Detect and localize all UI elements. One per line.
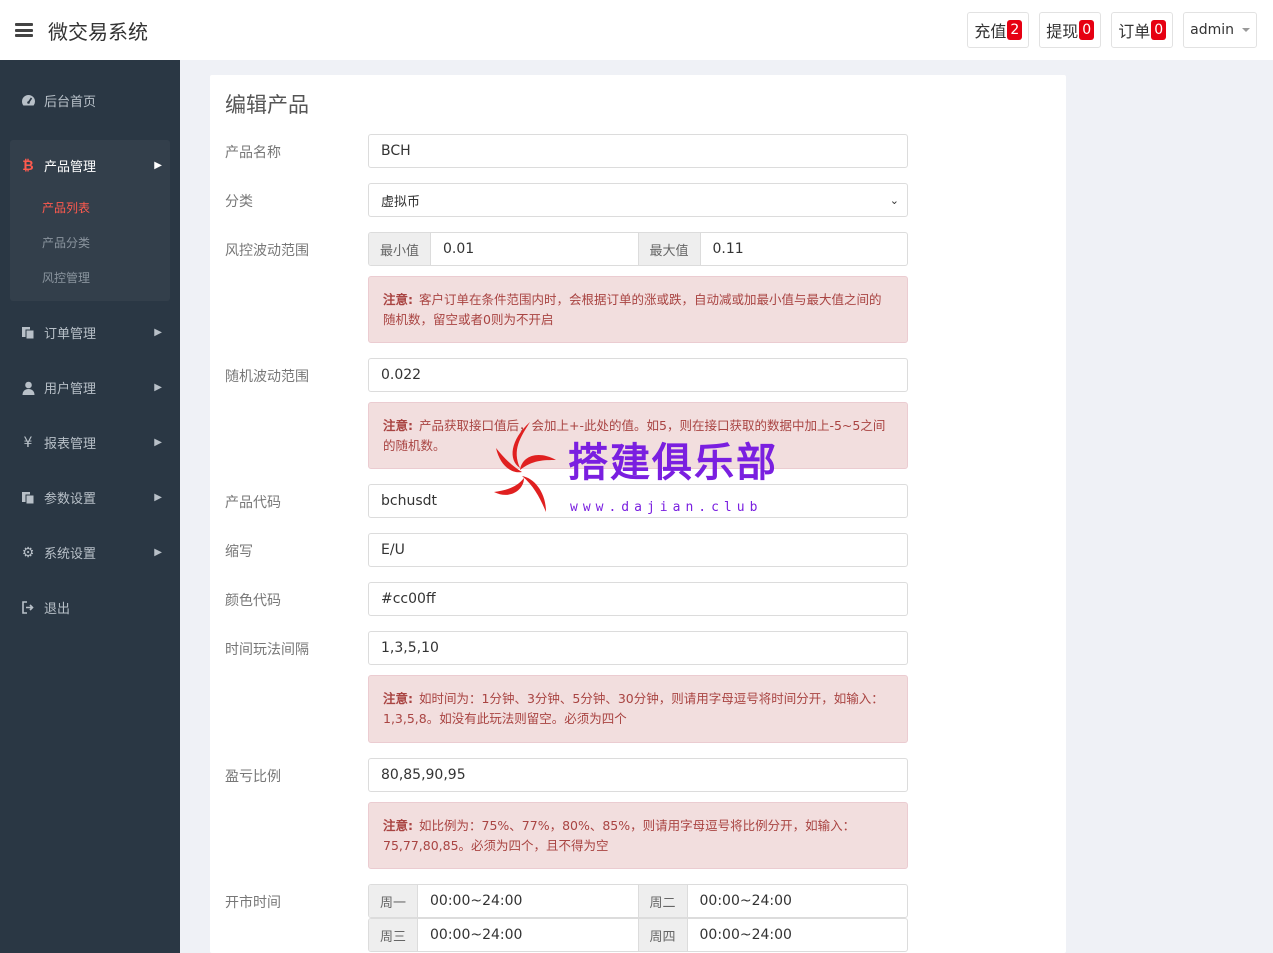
- chevron-right-icon: ▶: [154, 492, 162, 503]
- chevron-right-icon: ▶: [154, 382, 162, 393]
- risk-range-label: 风控波动范围: [225, 243, 309, 259]
- sidebar-item-label: 订单管理: [44, 327, 97, 342]
- monday-addon: 周一: [369, 885, 419, 917]
- product-name-input[interactable]: BCH: [368, 134, 908, 168]
- notice-text: 如时间为：1分钟、3分钟、5分钟、30分钟，则请用字母逗号将时间分开，如输入：1…: [383, 691, 884, 726]
- notice-prefix: 注意:: [383, 691, 413, 706]
- sidebar-item-params[interactable]: 参数设置 ▶: [0, 470, 180, 525]
- wednesday-hours-input[interactable]: 00:00~24:00: [418, 919, 639, 951]
- thursday-addon: 周四: [638, 919, 688, 951]
- sidebar-subitem-product-category[interactable]: 产品分类: [10, 225, 170, 260]
- recharge-button[interactable]: 充值 2: [967, 12, 1030, 48]
- sidebar-item-logout[interactable]: 退出: [0, 580, 180, 635]
- withdraw-label: 提现: [1046, 22, 1079, 41]
- color-code-input[interactable]: #cc00ff: [368, 582, 908, 616]
- user-icon: [20, 381, 36, 395]
- time-interval-input[interactable]: 1,3,5,10: [368, 631, 908, 665]
- risk-min-input[interactable]: 0.01: [431, 233, 639, 265]
- sign-out-icon: [20, 601, 36, 614]
- sidebar-item-label: 用户管理: [44, 382, 97, 397]
- caret-down-icon: [1242, 28, 1250, 32]
- sidebar-subitem-product-list[interactable]: 产品列表: [10, 190, 170, 225]
- sidebar-subitem-risk-management[interactable]: 风控管理: [10, 260, 170, 295]
- risk-max-addon: 最大值: [638, 233, 701, 265]
- user-menu-button[interactable]: admin: [1183, 12, 1257, 48]
- app-title: 微交易系统: [48, 19, 148, 44]
- notice-prefix: 注意:: [383, 818, 413, 833]
- product-code-input[interactable]: bchusdt: [368, 484, 908, 518]
- thursday-hours-input[interactable]: 00:00~24:00: [688, 919, 907, 951]
- bitcoin-icon: ₿: [22, 157, 34, 174]
- copy-icon: [20, 326, 36, 340]
- chevron-down-icon: ⌄: [889, 193, 899, 207]
- sidebar-item-system[interactable]: ⚙ 系统设置 ▶: [0, 525, 180, 580]
- copy-icon: [20, 491, 36, 505]
- sidebar-item-orders[interactable]: 订单管理 ▶: [0, 305, 180, 360]
- market-hours-label: 开市时间: [225, 895, 281, 911]
- recharge-badge: 2: [1007, 20, 1023, 40]
- monday-hours-input[interactable]: 00:00~24:00: [418, 885, 639, 917]
- sidebar-item-label: 系统设置: [44, 547, 97, 562]
- sidebar-item-label: 后台首页: [44, 94, 97, 110]
- yen-icon: ¥: [23, 434, 33, 451]
- product-code-label: 产品代码: [225, 495, 281, 511]
- risk-min-addon: 最小值: [369, 233, 432, 265]
- tuesday-hours-input[interactable]: 00:00~24:00: [688, 885, 907, 917]
- notice-text: 客户订单在条件范围内时，会根据订单的涨或跌，自动减或加最小值与最大值之间的随机数…: [383, 292, 882, 327]
- sidebar-item-users[interactable]: 用户管理 ▶: [0, 360, 180, 415]
- chevron-right-icon: ▶: [154, 437, 162, 448]
- market-hours-row-2: 周三 00:00~24:00 周四 00:00~24:00: [368, 918, 908, 952]
- sidebar-group-product: ₿ 产品管理 ▶ 产品列表 产品分类 风控管理: [10, 140, 170, 301]
- interval-notice: 注意: 如时间为：1分钟、3分钟、5分钟、30分钟，则请用字母逗号将时间分开，如输…: [368, 675, 908, 743]
- notice-prefix: 注意:: [383, 292, 413, 307]
- orders-label: 订单: [1118, 22, 1151, 41]
- random-range-input[interactable]: 0.022: [368, 358, 908, 392]
- notice-prefix: 注意:: [383, 418, 413, 433]
- risk-range-group: 最小值 0.01 最大值 0.11: [368, 232, 908, 266]
- gears-icon: ⚙: [21, 544, 35, 561]
- menu-icon[interactable]: [15, 23, 33, 37]
- chevron-right-icon: ▶: [154, 159, 162, 171]
- top-bar: 微交易系统 充值 2 提现 0 订单 0 admin: [0, 0, 1273, 60]
- category-label: 分类: [225, 194, 253, 210]
- orders-button[interactable]: 订单 0: [1111, 12, 1174, 48]
- page-title: 编辑产品: [225, 93, 309, 117]
- ratio-notice: 注意: 如比例为：75%、77%，80%、85%，则请用字母逗号将比例分开，如输入…: [368, 802, 908, 869]
- tuesday-addon: 周二: [638, 885, 688, 917]
- sidebar-item-reports[interactable]: ¥ 报表管理 ▶: [0, 415, 180, 470]
- notice-text: 如比例为：75%、77%，80%、85%，则请用字母逗号将比例分开，如输入：75…: [383, 818, 856, 853]
- profit-ratio-label: 盈亏比例: [225, 769, 281, 785]
- sidebar-item-product-management[interactable]: ₿ 产品管理 ▶: [10, 140, 170, 190]
- sidebar-item-label: 产品管理: [44, 159, 97, 175]
- random-range-label: 随机波动范围: [225, 369, 309, 385]
- abbr-input[interactable]: E/U: [368, 533, 908, 567]
- user-name: admin: [1190, 22, 1234, 38]
- sidebar-item-label: 参数设置: [44, 492, 97, 507]
- time-interval-label: 时间玩法间隔: [225, 642, 309, 658]
- edit-product-card: 编辑产品 产品名称 BCH 分类 虚拟币 ⌄ 风控波动范围 最小值 0.01 最…: [210, 75, 1066, 953]
- dashboard-icon: [20, 94, 36, 107]
- random-notice: 注意: 产品获取接口值后，会加上+-此处的值。如5，则在接口获取的数据中加上-5~…: [368, 402, 908, 469]
- sidebar-item-label: 报表管理: [44, 437, 97, 452]
- chevron-right-icon: ▶: [154, 327, 162, 338]
- notice-text: 产品获取接口值后，会加上+-此处的值。如5，则在接口获取的数据中加上-5~5之间…: [383, 418, 886, 453]
- withdraw-badge: 0: [1079, 20, 1095, 40]
- profit-ratio-input[interactable]: 80,85,90,95: [368, 758, 908, 792]
- color-code-label: 颜色代码: [225, 593, 281, 609]
- category-select[interactable]: 虚拟币 ⌄: [368, 183, 908, 217]
- chevron-right-icon: ▶: [154, 547, 162, 558]
- risk-max-input[interactable]: 0.11: [701, 233, 907, 265]
- recharge-label: 充值: [974, 22, 1007, 41]
- sidebar-item-label: 退出: [44, 602, 71, 617]
- category-selected: 虚拟币: [381, 194, 421, 210]
- product-name-label: 产品名称: [225, 145, 281, 161]
- risk-notice: 注意: 客户订单在条件范围内时，会根据订单的涨或跌，自动减或加最小值与最大值之间的…: [368, 276, 908, 343]
- withdraw-button[interactable]: 提现 0: [1039, 12, 1102, 48]
- sidebar: 后台首页 ₿ 产品管理 ▶ 产品列表 产品分类 风控管理 订单管理 ▶ 用户管理…: [0, 60, 180, 953]
- orders-badge: 0: [1151, 20, 1167, 40]
- sidebar-item-home[interactable]: 后台首页: [0, 60, 180, 140]
- abbr-label: 缩写: [225, 544, 253, 560]
- wednesday-addon: 周三: [369, 919, 419, 951]
- market-hours-row-1: 周一 00:00~24:00 周二 00:00~24:00: [368, 884, 908, 918]
